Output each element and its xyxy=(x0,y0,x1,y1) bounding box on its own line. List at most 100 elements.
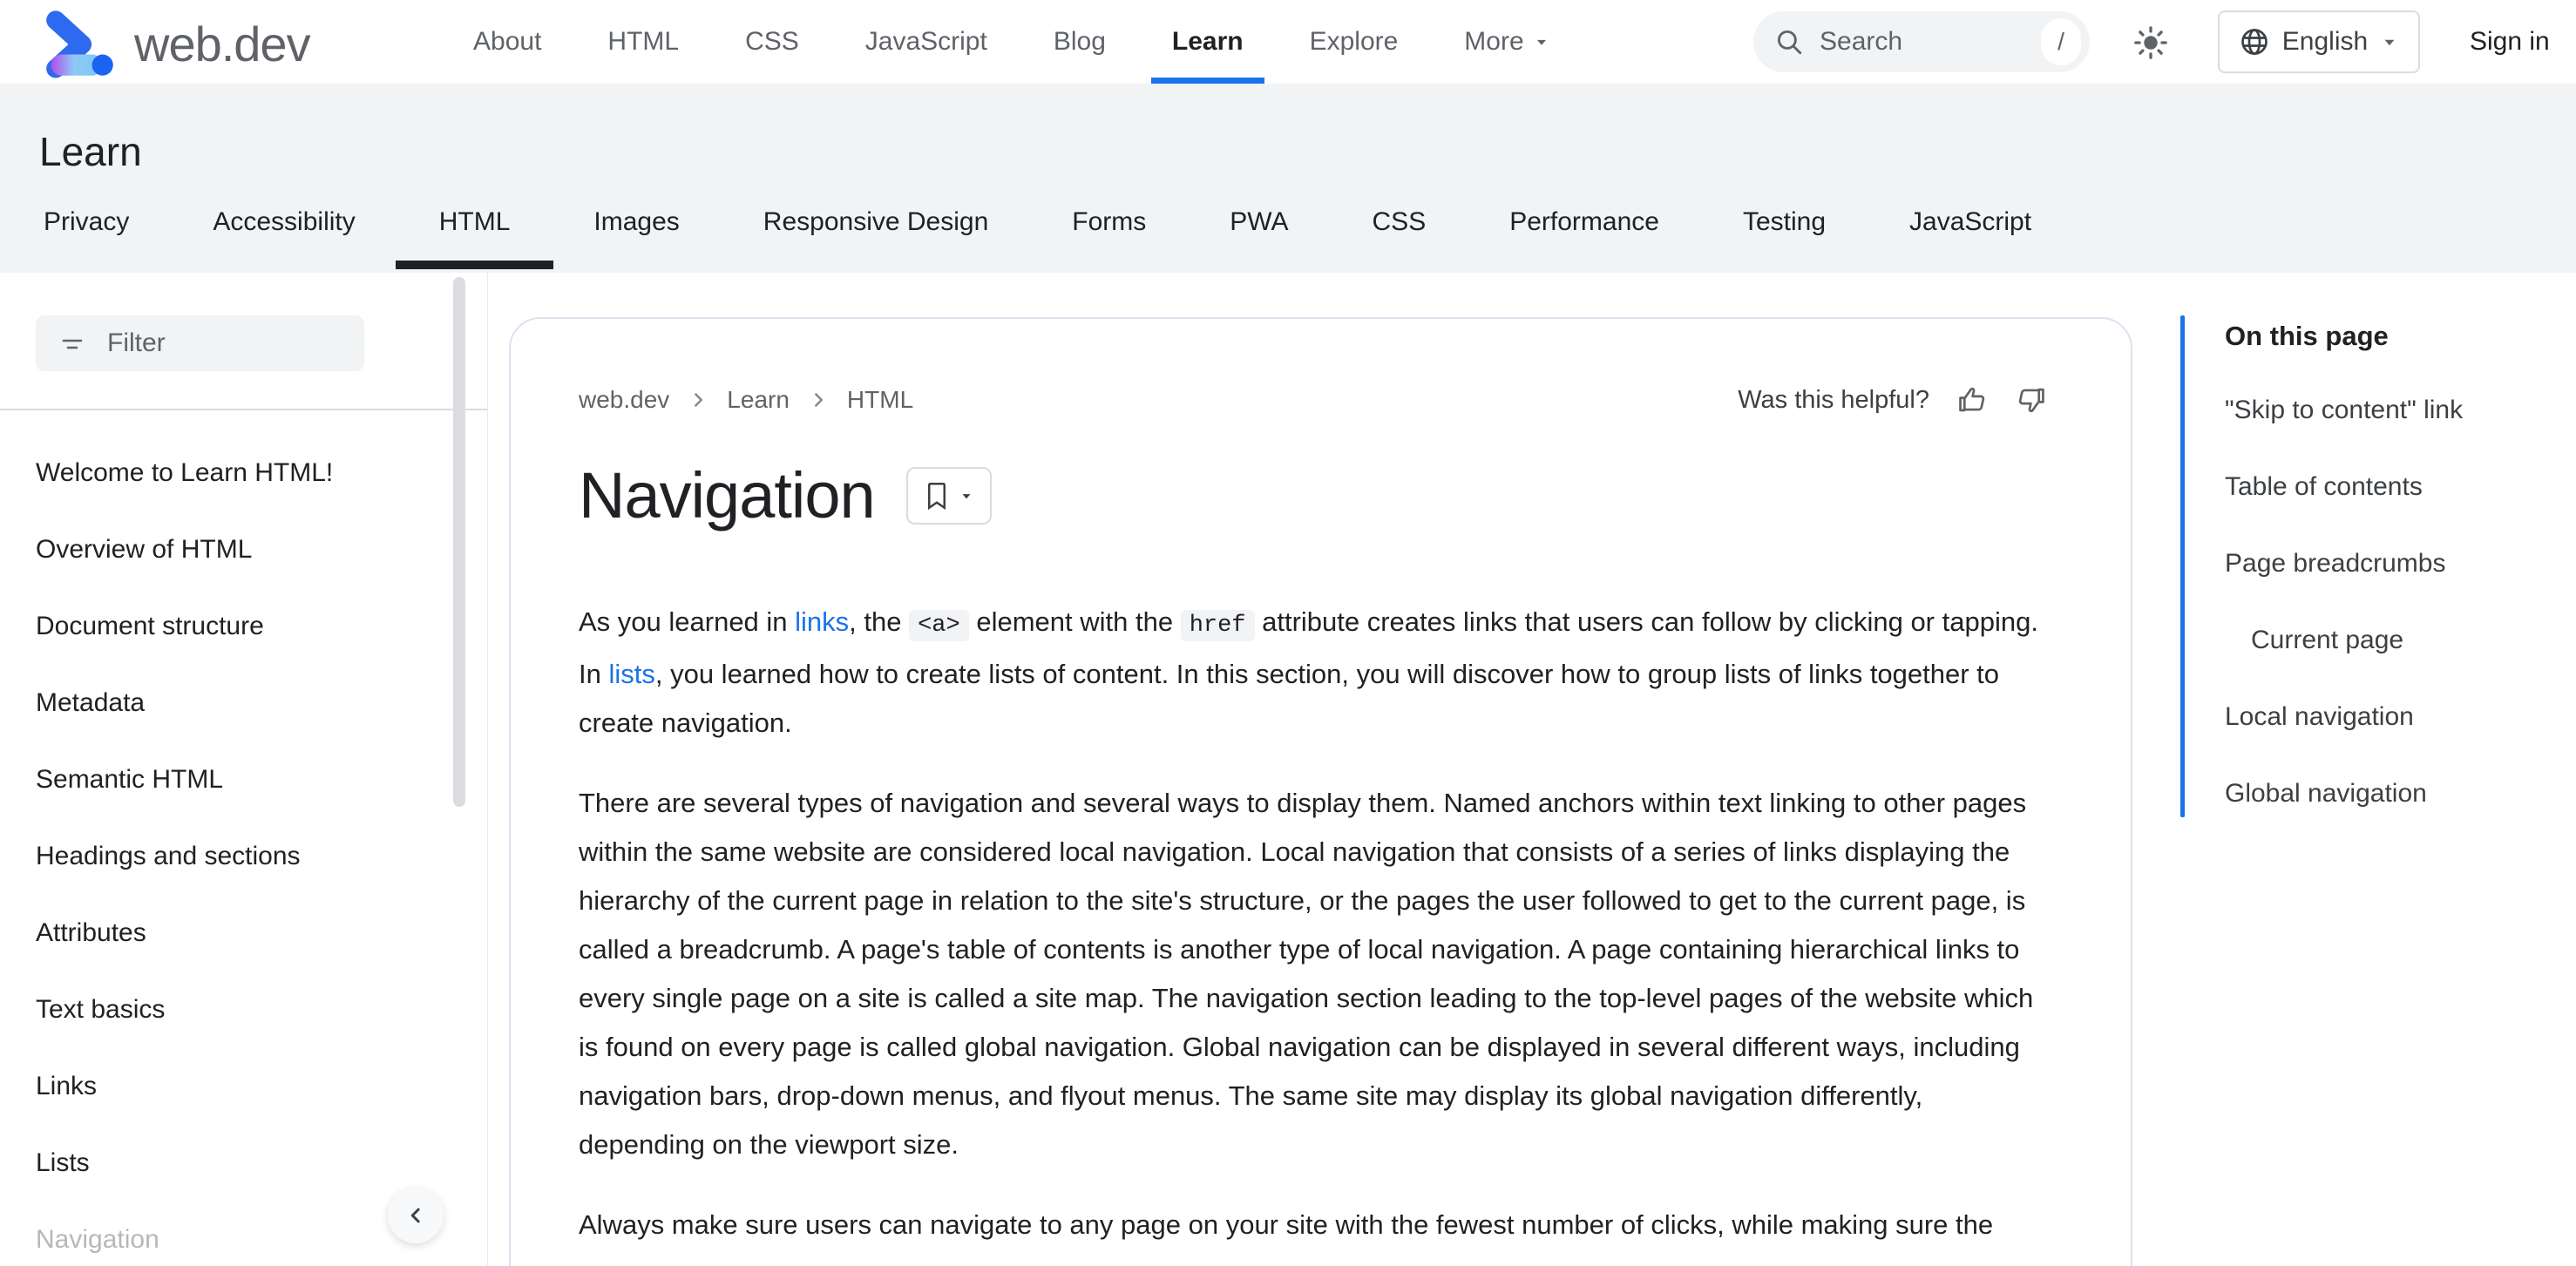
topnav-label: Blog xyxy=(1053,27,1106,56)
course-tab-forms[interactable]: Forms xyxy=(1072,203,1146,241)
course-tabs: Privacy Accessibility HTML Images Responsive… xyxy=(44,203,2115,269)
inline-code: href xyxy=(1180,610,1255,641)
article-paragraph-2: There are several types of navigation an… xyxy=(579,788,2034,1160)
hero-title: Learn xyxy=(39,129,142,174)
sidebar-item-navigation[interactable]: Navigation xyxy=(36,1221,333,1259)
topnav-item-learn[interactable]: Learn xyxy=(1139,0,1277,84)
course-tab-images[interactable]: Images xyxy=(593,203,679,241)
toc-item-table-of-contents[interactable]: Table of contents xyxy=(2225,474,2463,500)
inline-link-lists[interactable]: lists xyxy=(608,659,654,689)
search-icon xyxy=(1774,27,1804,57)
article-paragraph-3: Always make sure users can navigate to a… xyxy=(579,1209,1994,1240)
brand-wordmark: web.dev xyxy=(134,16,311,71)
course-module-list: Welcome to Learn HTML! Overview of HTML Do… xyxy=(36,454,333,1266)
breadcrumb-link-html[interactable]: HTML xyxy=(847,386,913,414)
filter-icon xyxy=(58,329,86,357)
webdev-logo[interactable]: web.dev xyxy=(40,7,311,80)
toc-item-local-navigation[interactable]: Local navigation xyxy=(2225,704,2463,730)
page: web.dev About HTML CSS JavaScript Blog Learn E… xyxy=(0,0,2576,1266)
globe-icon xyxy=(2239,26,2270,58)
sidebar-item-links[interactable]: Links xyxy=(36,1067,333,1106)
thumb-up-icon xyxy=(1956,383,1989,416)
topnav-label: Learn xyxy=(1171,27,1244,56)
course-tab-css[interactable]: CSS xyxy=(1373,203,1427,241)
sidebar-item-lists[interactable]: Lists xyxy=(36,1144,333,1182)
search-shortcut-key: / xyxy=(2041,18,2081,65)
search-input[interactable]: Search / xyxy=(1753,11,2090,72)
learn-hero: Learn Privacy Accessibility HTML Images Resp… xyxy=(0,84,2576,273)
sidebar-item-attributes[interactable]: Attributes xyxy=(36,914,333,952)
course-tab-privacy[interactable]: Privacy xyxy=(44,203,129,241)
inline-code: <a> xyxy=(909,610,969,641)
course-tab-performance[interactable]: Performance xyxy=(1509,203,1659,241)
topnav-label: About xyxy=(473,27,542,56)
topnav-item-more[interactable]: More xyxy=(1431,0,1583,84)
page-title-row: Navigation xyxy=(579,464,2048,528)
breadcrumb-link-learn[interactable]: Learn xyxy=(727,386,790,414)
topnav-item-about[interactable]: About xyxy=(440,0,574,84)
sidebar-item-semantic-html[interactable]: Semantic HTML xyxy=(36,761,333,799)
article-toolbar: web.dev Learn HTML Was this helpful? xyxy=(579,383,2048,416)
toc-accent-bar xyxy=(2180,315,2185,817)
toc-item-skip-to-content-link[interactable]: "Skip to content" link xyxy=(2225,397,2463,423)
sidebar-border xyxy=(487,273,488,1266)
on-this-page: On this page "Skip to content" link Table… xyxy=(2180,315,2463,857)
toc-item-page-breadcrumbs[interactable]: Page breadcrumbs xyxy=(2225,551,2463,577)
topnav-item-html[interactable]: HTML xyxy=(574,0,712,84)
toc-list: "Skip to content" link Table of contents P… xyxy=(2225,397,2463,807)
sidebar-item-overview-of-html[interactable]: Overview of HTML xyxy=(36,531,333,569)
topnav-label: More xyxy=(1464,27,1524,56)
course-tab-javascript[interactable]: JavaScript xyxy=(1909,203,2031,241)
course-tab-accessibility[interactable]: Accessibility xyxy=(213,203,355,241)
bookmark-caret-icon xyxy=(959,488,974,504)
topnav-item-javascript[interactable]: JavaScript xyxy=(832,0,1020,84)
sidebar-item-text-basics[interactable]: Text basics xyxy=(36,991,333,1029)
topnav-item-blog[interactable]: Blog xyxy=(1020,0,1139,84)
filter-placeholder: Filter xyxy=(107,328,166,357)
sidebar-item-welcome-to-learn-html[interactable]: Welcome to Learn HTML! xyxy=(36,454,333,492)
article-paragraph-1: As you learned in links, the <a> element… xyxy=(579,606,2038,738)
sidebar-collapse-button[interactable] xyxy=(388,1188,444,1243)
search-placeholder: Search xyxy=(1820,27,1903,56)
toc-item-current-page[interactable]: Current page xyxy=(2225,627,2463,653)
inline-link-links[interactable]: links xyxy=(795,606,849,637)
language-label: English xyxy=(2281,27,2369,56)
thumbs-down-button[interactable] xyxy=(2015,383,2048,416)
course-tab-pwa[interactable]: PWA xyxy=(1230,203,1288,241)
bookmark-button[interactable] xyxy=(905,467,992,525)
topnav-label: JavaScript xyxy=(864,27,987,56)
topnav-label: HTML xyxy=(607,27,680,56)
course-tab-html[interactable]: HTML xyxy=(395,203,553,269)
feedback-widget: Was this helpful? xyxy=(1738,383,2048,416)
sidebar-item-metadata[interactable]: Metadata xyxy=(36,684,333,722)
article-body: As you learned in links, the <a> element… xyxy=(579,598,2041,1249)
chevron-right-icon xyxy=(807,389,830,411)
topnav-item-css[interactable]: CSS xyxy=(712,0,832,84)
breadcrumb-link-web-dev[interactable]: web.dev xyxy=(579,386,669,414)
language-selector[interactable]: English xyxy=(2218,10,2420,73)
chevron-left-icon xyxy=(403,1202,429,1229)
toc-item-global-navigation[interactable]: Global navigation xyxy=(2225,781,2463,807)
topnav-item-explore[interactable]: Explore xyxy=(1277,0,1432,84)
top-navigation: About HTML CSS JavaScript Blog Learn Explore Mo… xyxy=(440,0,1583,84)
filter-input[interactable]: Filter xyxy=(36,315,364,371)
course-tab-responsive-design[interactable]: Responsive Design xyxy=(763,203,988,241)
sun-icon xyxy=(2132,24,2169,61)
theme-toggle-button[interactable] xyxy=(2126,18,2175,67)
sidebar-item-headings-and-sections[interactable]: Headings and sections xyxy=(36,837,333,876)
chevron-down-icon xyxy=(1533,33,1550,51)
sign-in-button[interactable]: Sign in xyxy=(2470,0,2550,84)
thumbs-up-button[interactable] xyxy=(1956,383,1989,416)
breadcrumb: web.dev Learn HTML xyxy=(579,386,913,414)
toc-content: On this page "Skip to content" link Table… xyxy=(2225,315,2463,857)
course-tab-testing[interactable]: Testing xyxy=(1743,203,1826,241)
topnav-label: CSS xyxy=(745,27,799,56)
thumb-down-icon xyxy=(2015,383,2048,416)
toc-title: On this page xyxy=(2225,321,2389,351)
page-title: Navigation xyxy=(579,459,876,531)
sidebar-item-document-structure[interactable]: Document structure xyxy=(36,607,333,646)
topnav-label: Explore xyxy=(1309,27,1399,56)
webdev-logo-icon xyxy=(40,7,115,80)
sidebar-scrollbar[interactable] xyxy=(453,277,465,807)
app-header: web.dev About HTML CSS JavaScript Blog Learn E… xyxy=(0,0,2576,84)
